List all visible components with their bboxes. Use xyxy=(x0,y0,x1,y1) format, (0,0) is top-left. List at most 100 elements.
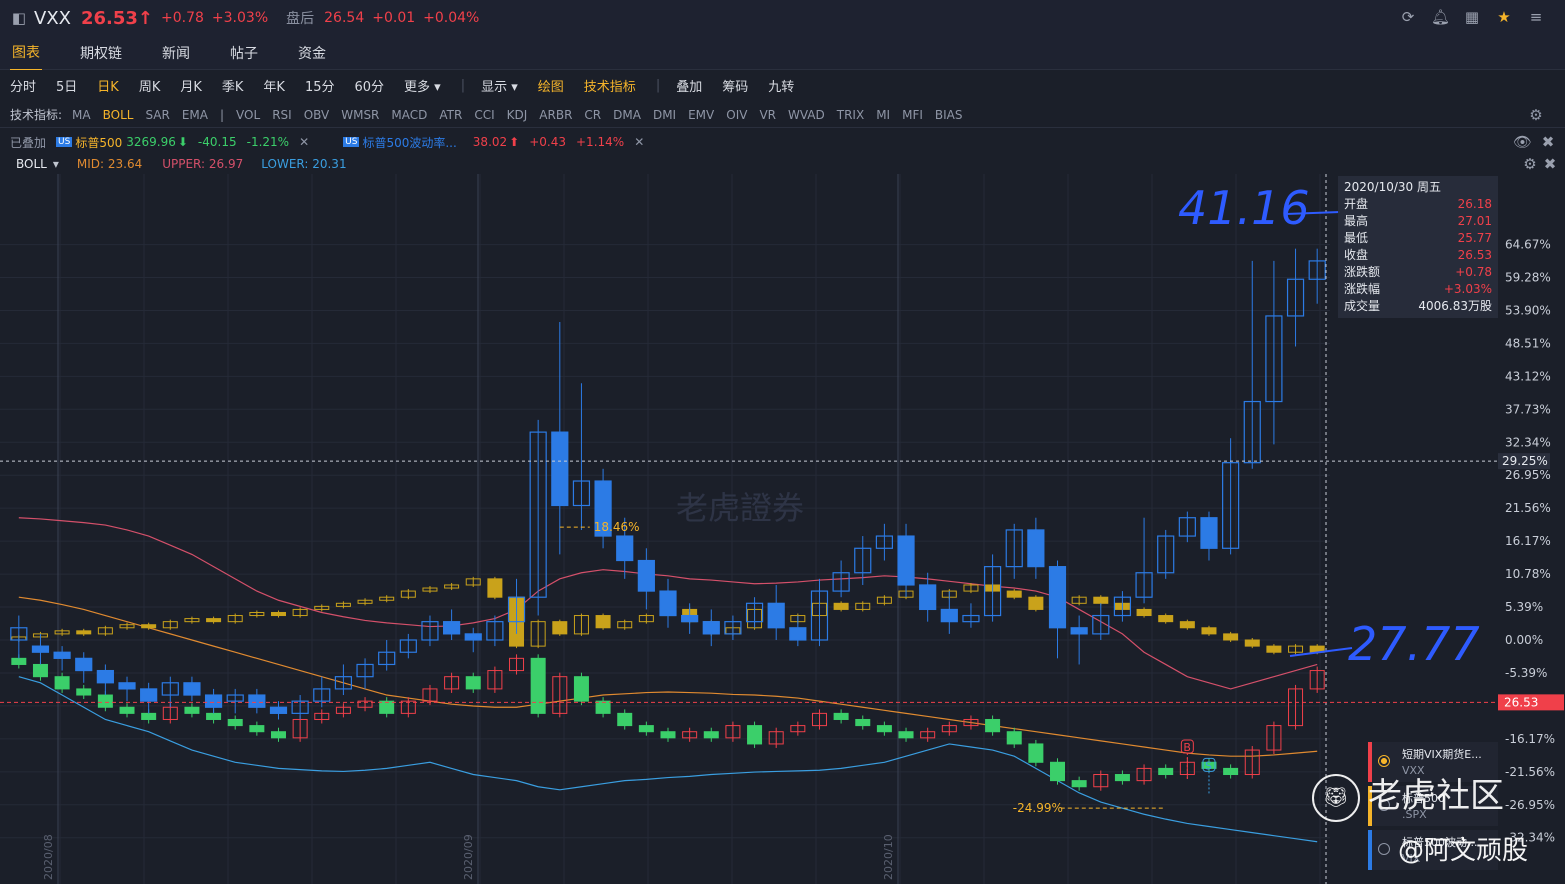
vix-candle xyxy=(184,706,200,714)
indicator-wmsr[interactable]: WMSR xyxy=(341,108,379,122)
author-watermark: @阿文顽股 xyxy=(1398,836,1529,866)
indicator-macd[interactable]: MACD xyxy=(391,108,427,122)
x-tick-label: 2020/10 xyxy=(882,834,895,880)
overlay-button[interactable]: 叠加 xyxy=(676,76,702,95)
indicator-dmi[interactable]: DMI xyxy=(653,108,676,122)
tooltip-value: 26.53 xyxy=(1457,248,1492,262)
period-15min[interactable]: 15分 xyxy=(305,76,335,95)
vix-candle xyxy=(985,718,1001,733)
indicator-emv[interactable]: EMV xyxy=(688,108,714,122)
tooltip-value: +0.78 xyxy=(1455,265,1492,279)
indicator-vr[interactable]: VR xyxy=(759,108,776,122)
spx-candle xyxy=(1093,596,1109,604)
close-icon[interactable]: ✖ xyxy=(1541,155,1559,173)
spx-candle xyxy=(270,611,286,617)
vix-candle xyxy=(141,712,157,720)
gear-icon[interactable]: ⚙ xyxy=(1527,106,1545,124)
us-badge: US xyxy=(56,137,73,147)
up-arrow-icon: ⬆ xyxy=(509,135,520,149)
vxx-candle xyxy=(96,669,114,684)
after-hours-pct: +0.04% xyxy=(423,10,480,26)
chips-button[interactable]: 筹码 xyxy=(722,76,748,95)
bell-icon[interactable]: 🔔︎ xyxy=(1431,8,1450,26)
vix-candle xyxy=(97,694,113,708)
vxx-candle xyxy=(1200,517,1218,549)
vix-candle xyxy=(855,718,871,727)
period-more-dropdown[interactable]: 更多 ▾ xyxy=(404,76,441,95)
last-price: 26.53↑ xyxy=(80,7,154,29)
menu-icon[interactable]: ≡ xyxy=(1527,8,1545,26)
vxx-candle xyxy=(897,535,915,586)
indicator-sar[interactable]: SAR xyxy=(145,108,169,122)
gear-icon[interactable]: ⚙ xyxy=(1521,155,1539,173)
period-daily[interactable]: 日K xyxy=(97,76,119,95)
close-icon[interactable]: ✖ xyxy=(1539,133,1557,151)
tab-options[interactable]: 期权链 xyxy=(78,36,124,70)
period-yearly[interactable]: 年K xyxy=(263,76,285,95)
display-dropdown[interactable]: 显示 ▾ xyxy=(481,76,518,95)
eye-icon[interactable]: 👁︎ xyxy=(1513,133,1532,151)
indicator-obv[interactable]: OBV xyxy=(304,108,330,122)
indicator-wvad[interactable]: WVAD xyxy=(788,108,825,122)
indicator-cr[interactable]: CR xyxy=(584,108,601,122)
indicator-ma[interactable]: MA xyxy=(72,108,91,122)
indicator-dma[interactable]: DMA xyxy=(613,108,641,122)
indicator-atr[interactable]: ATR xyxy=(439,108,462,122)
vxx-candle xyxy=(919,584,937,611)
indicator-rsi[interactable]: RSI xyxy=(272,108,292,122)
vix-pct: +1.14% xyxy=(576,135,625,149)
remove-spx-icon[interactable]: ✕ xyxy=(299,135,309,149)
indicators-button[interactable]: 技术指标 xyxy=(584,76,636,95)
period-weekly[interactable]: 周K xyxy=(139,76,161,95)
indicator-vol[interactable]: VOL xyxy=(236,108,260,122)
vix-candle xyxy=(1071,780,1087,788)
draw-button[interactable]: 绘图 xyxy=(538,76,564,95)
spx-name: 标普500 xyxy=(75,135,123,150)
radio-icon[interactable] xyxy=(1378,843,1390,855)
vxx-candle xyxy=(443,621,461,635)
vix-candle xyxy=(876,725,892,733)
indicator-mfi[interactable]: MFI xyxy=(902,108,923,122)
vix-candle xyxy=(1028,743,1044,763)
star-icon[interactable]: ★ xyxy=(1495,8,1513,26)
refresh-icon[interactable]: ⟳ xyxy=(1399,8,1417,26)
tooltip-row: 最高 27.01 xyxy=(1344,213,1492,230)
indicator-bias[interactable]: BIAS xyxy=(935,108,963,122)
indicator-cci[interactable]: CCI xyxy=(474,108,494,122)
vix-candle xyxy=(119,706,135,714)
indicator-toolbar: 技术指标: MA BOLL SAR EMA | VOL RSI OBV WMSR MACD ATR C… xyxy=(0,102,1565,128)
sidebar-toggle-icon[interactable]: ◧ xyxy=(10,9,28,27)
period-intraday[interactable]: 分时 xyxy=(10,76,36,95)
chevron-down-icon[interactable]: ▾ xyxy=(53,157,59,171)
tooltip-key: 涨跌额 xyxy=(1344,265,1381,279)
boll-selector[interactable]: BOLL xyxy=(16,157,47,171)
radio-icon[interactable] xyxy=(1378,755,1390,767)
remove-vix-icon[interactable]: ✕ xyxy=(634,135,644,149)
tab-news[interactable]: 新闻 xyxy=(160,36,192,70)
indicator-ema[interactable]: EMA xyxy=(182,108,208,122)
grid-icon[interactable]: ▦ xyxy=(1463,8,1481,26)
period-60min[interactable]: 60分 xyxy=(355,76,385,95)
period-monthly[interactable]: 月K xyxy=(180,76,202,95)
period-5day[interactable]: 5日 xyxy=(56,76,77,95)
quote-header: ◧ VXX 26.53↑ +0.78 +3.03% 盘后 26.54 +0.01… xyxy=(0,0,1565,36)
indicator-arbr[interactable]: ARBR xyxy=(539,108,572,122)
x-tick-label: 2020/08 xyxy=(42,834,55,880)
indicator-oiv[interactable]: OIV xyxy=(726,108,747,122)
tooltip-row: 最低 25.77 xyxy=(1344,230,1492,247)
vix-candle xyxy=(76,688,92,696)
nine-turn-button[interactable]: 九转 xyxy=(768,76,794,95)
tab-chart[interactable]: 图表 xyxy=(10,35,42,71)
tooltip-row: 开盘 26.18 xyxy=(1344,196,1492,213)
spx-change: -40.15 xyxy=(197,135,237,149)
tab-funds[interactable]: 资金 xyxy=(296,36,328,70)
chart-watermark: 老虎證券 xyxy=(676,489,804,527)
period-quarterly[interactable]: 季K xyxy=(222,76,244,95)
tab-posts[interactable]: 帖子 xyxy=(228,36,260,70)
indicator-kdj[interactable]: KDJ xyxy=(507,108,528,122)
indicator-boll[interactable]: BOLL xyxy=(103,108,134,122)
indicator-trix[interactable]: TRIX xyxy=(837,108,864,122)
us-badge: US xyxy=(343,137,360,147)
vxx-candle xyxy=(269,706,288,714)
indicator-mi[interactable]: MI xyxy=(876,108,890,122)
